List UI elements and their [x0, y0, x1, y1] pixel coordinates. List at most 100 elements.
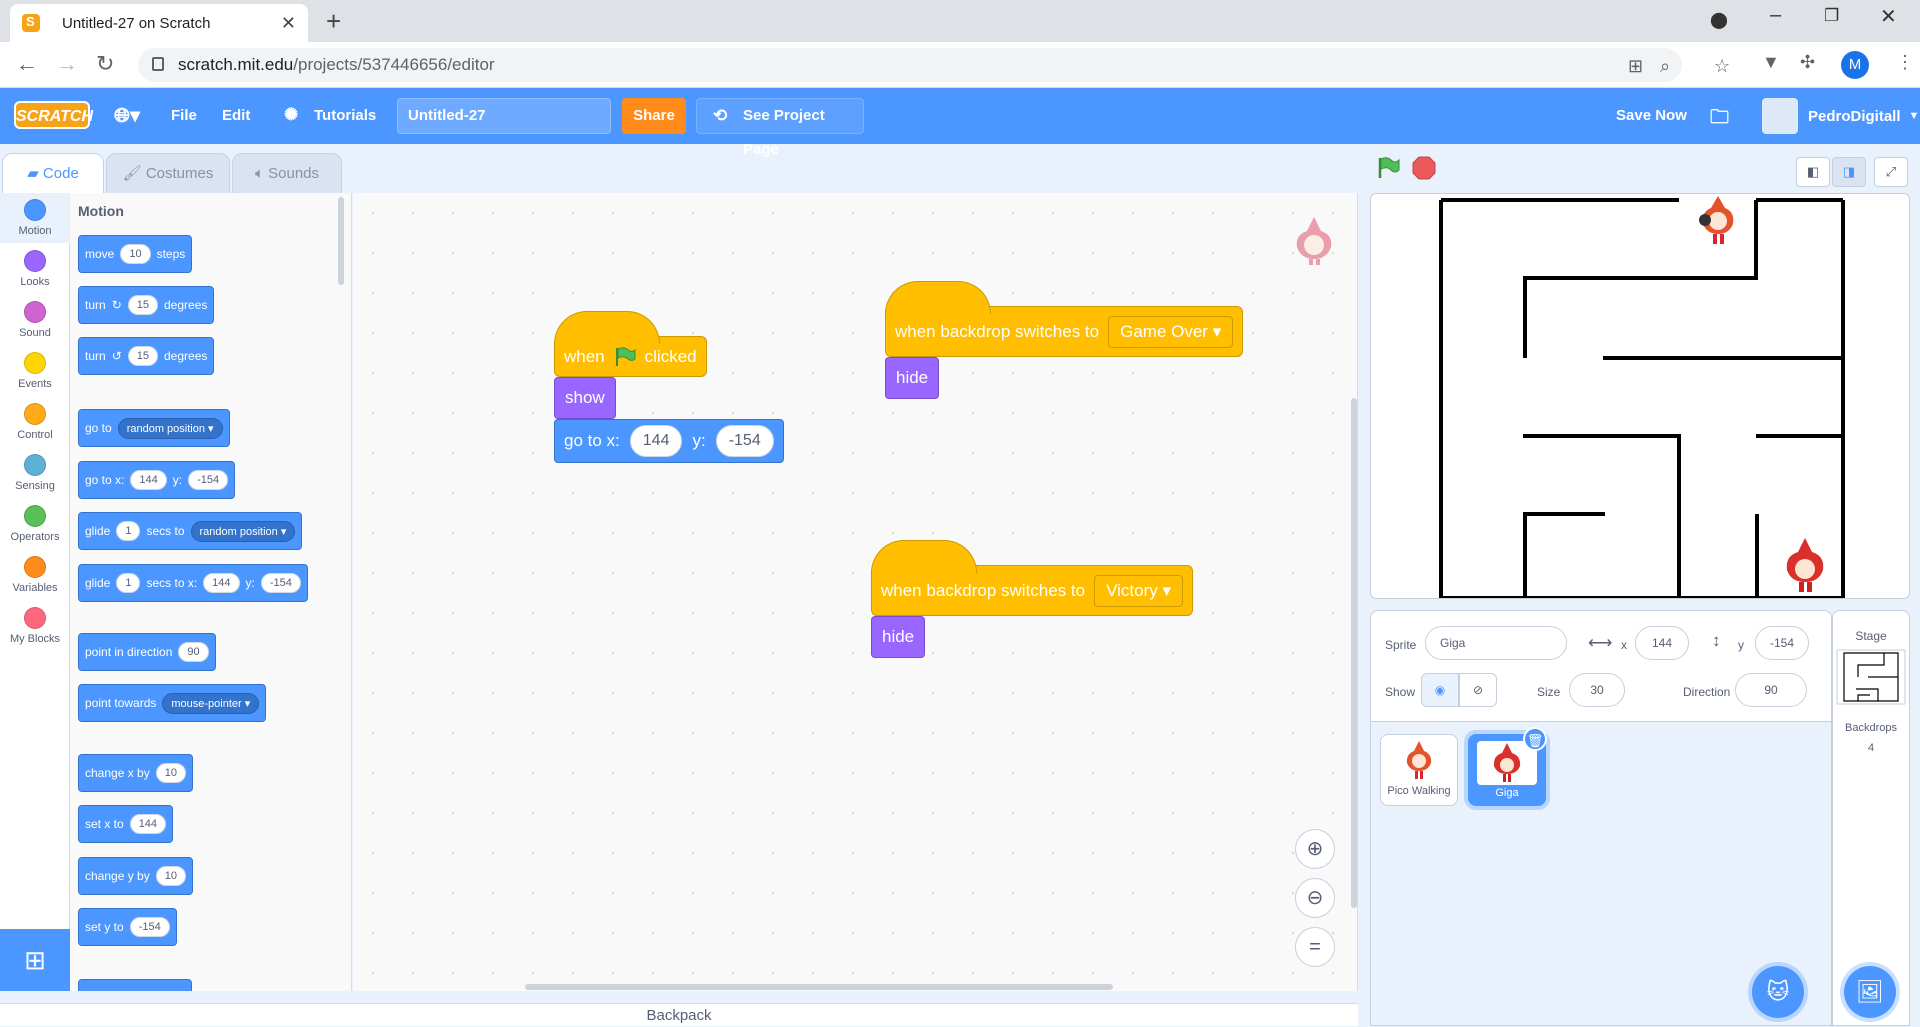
add-extension-button[interactable]: ⊞	[0, 929, 70, 991]
category-my-blocks[interactable]: My Blocks	[0, 601, 70, 651]
show-block[interactable]: show	[554, 377, 616, 419]
maximize-icon[interactable]: ❐	[1824, 6, 1839, 26]
choose-sprite-button[interactable]: 🐱︎	[1752, 966, 1804, 1018]
block-dropdown[interactable]: random position ▾	[117, 417, 223, 439]
stage-target-panel[interactable]: Stage Backdrops 4	[1832, 610, 1910, 1026]
block-input[interactable]: -154	[129, 917, 170, 937]
show-visible-button[interactable]: ◉	[1421, 673, 1459, 707]
block-set-y[interactable]: set y to -154	[78, 908, 177, 946]
category-events[interactable]: Events	[0, 346, 70, 396]
new-tab-icon[interactable]: +	[326, 6, 341, 37]
zoom-out-button[interactable]: ⊖	[1295, 878, 1335, 918]
scratch-logo[interactable]: SCRATCH	[14, 101, 93, 129]
block-change-x[interactable]: change x by 10	[78, 754, 193, 792]
category-sensing[interactable]: Sensing	[0, 448, 70, 498]
green-flag-button[interactable]	[1376, 156, 1400, 180]
project-title-input[interactable]: Untitled-27	[397, 98, 611, 134]
category-control[interactable]: Control	[0, 397, 70, 447]
profile-avatar[interactable]: M	[1841, 51, 1869, 79]
block-input[interactable]: 144	[129, 814, 167, 834]
block-partial[interactable]	[78, 979, 192, 991]
sprite-tile-pico-walking[interactable]: Pico Walking	[1380, 734, 1458, 806]
block-point-direction[interactable]: point in direction 90	[78, 633, 216, 671]
stop-button[interactable]	[1412, 156, 1436, 180]
category-operators[interactable]: Operators	[0, 499, 70, 549]
show-hidden-button[interactable]: ⊘	[1459, 673, 1497, 707]
folder-icon[interactable]: 🗀︎	[1710, 103, 1729, 135]
profile-menu-icon[interactable]: ⬤	[1710, 10, 1728, 30]
workspace-vertical-scrollbar[interactable]	[1351, 398, 1357, 908]
block-move-steps[interactable]: move 10 steps	[78, 235, 193, 273]
share-button[interactable]: Share	[622, 98, 686, 134]
when-backdrop-switches-block[interactable]: when backdrop switches to Victory ▾	[871, 540, 1194, 616]
category-motion[interactable]: Motion	[0, 193, 70, 243]
block-dropdown[interactable]: random position ▾	[190, 520, 296, 542]
block-glide-to[interactable]: glide 1 secs to random position ▾	[78, 512, 303, 550]
block-input[interactable]: 144	[203, 573, 240, 593]
zoom-in-button[interactable]: ⊕	[1295, 829, 1335, 869]
block-turn-left[interactable]: turn ↺ 15 degrees	[78, 337, 215, 375]
block-go-to-xy[interactable]: go to x: 144 y: -154	[78, 461, 236, 499]
go-to-xy-block[interactable]: go to x: 144 y: -154	[554, 419, 784, 463]
block-input[interactable]: 1	[116, 573, 141, 593]
forward-icon[interactable]: →	[56, 51, 78, 77]
puzzle-icon[interactable]: ✣	[1800, 52, 1815, 73]
tab-code[interactable]: ▰ Code	[2, 153, 104, 194]
block-input[interactable]: 144	[130, 470, 167, 490]
category-variables[interactable]: Variables	[0, 550, 70, 600]
zoom-icon[interactable]: ⌕	[1660, 56, 1670, 77]
reload-icon[interactable]: ↻	[96, 51, 114, 77]
block-input[interactable]: 90	[178, 642, 209, 662]
block-go-to[interactable]: go to random position ▾	[78, 409, 230, 447]
fullscreen-button[interactable]: ⤢	[1874, 157, 1908, 187]
y-input[interactable]: -154	[715, 425, 774, 457]
backpack-bar[interactable]: Backpack	[0, 1003, 1358, 1026]
block-turn-right[interactable]: turn ↻ 15 degrees	[78, 286, 215, 324]
close-tab-icon[interactable]: ✕	[281, 13, 296, 34]
account-menu[interactable]: PedroDigitall ▼	[1762, 96, 1919, 136]
tab-costumes[interactable]: 🖌︎ Costumes	[106, 153, 230, 193]
back-icon[interactable]: ←	[16, 51, 38, 77]
url-field[interactable]: scratch.mit.edu/projects/537446656/edito…	[138, 48, 1730, 82]
block-input[interactable]: 1	[116, 521, 141, 541]
block-input[interactable]: -154	[188, 470, 229, 490]
block-dropdown[interactable]: mouse-pointer ▾	[162, 692, 260, 714]
y-input[interactable]: -154	[1755, 626, 1809, 660]
file-menu[interactable]: File	[171, 107, 197, 124]
browser-menu-icon[interactable]: ⋮	[1896, 52, 1914, 73]
category-sound[interactable]: Sound	[0, 295, 70, 345]
block-glide-xy[interactable]: glide 1 secs to x: 144 y: -154	[78, 564, 308, 602]
language-globe-icon[interactable]: 🌐︎▾	[114, 103, 140, 128]
category-looks[interactable]: Looks	[0, 244, 70, 294]
block-change-y[interactable]: change y by 10	[78, 857, 193, 895]
when-backdrop-switches-block[interactable]: when backdrop switches to Game Over ▾	[885, 281, 1244, 357]
see-project-page-button[interactable]: ⟲ See Project Page	[696, 98, 864, 158]
translate-icon[interactable]: ⊞	[1628, 56, 1643, 77]
block-input[interactable]: -154	[260, 573, 301, 593]
tab-sounds[interactable]: 🔈︎ Sounds	[232, 153, 342, 193]
block-point-towards[interactable]: point towards mouse-pointer ▾	[78, 684, 267, 722]
backdrop-dropdown[interactable]: Victory ▾	[1094, 574, 1184, 607]
when-flag-clicked-block[interactable]: when clicked	[554, 311, 707, 377]
extension-icon[interactable]: ▼	[1762, 52, 1780, 73]
hide-block[interactable]: hide	[871, 616, 926, 658]
x-input[interactable]: 144	[629, 425, 683, 457]
x-input[interactable]: 144	[1635, 626, 1689, 660]
palette-scrollbar[interactable]	[338, 197, 344, 285]
tutorials-menu[interactable]: Tutorials	[314, 107, 376, 124]
direction-input[interactable]: 90	[1735, 673, 1807, 707]
edit-menu[interactable]: Edit	[222, 107, 250, 124]
code-workspace[interactable]: when clicked show go to x: 144 y: -154 w…	[353, 193, 1358, 991]
delete-sprite-button[interactable]: 🗑︎	[1523, 727, 1547, 751]
small-stage-button[interactable]: ◧	[1796, 157, 1830, 187]
normal-stage-button[interactable]: ◨	[1832, 157, 1866, 187]
block-input[interactable]: 10	[155, 866, 186, 886]
sprite-name-input[interactable]: Giga	[1425, 626, 1567, 660]
save-now-button[interactable]: Save Now	[1616, 107, 1687, 124]
hide-block[interactable]: hide	[885, 357, 940, 399]
close-window-icon[interactable]: ✕	[1880, 4, 1897, 29]
block-set-x[interactable]: set x to 144	[78, 805, 174, 843]
size-input[interactable]: 30	[1569, 673, 1625, 707]
block-input[interactable]: 15	[127, 295, 158, 315]
workspace-horizontal-scrollbar[interactable]	[525, 984, 1113, 990]
